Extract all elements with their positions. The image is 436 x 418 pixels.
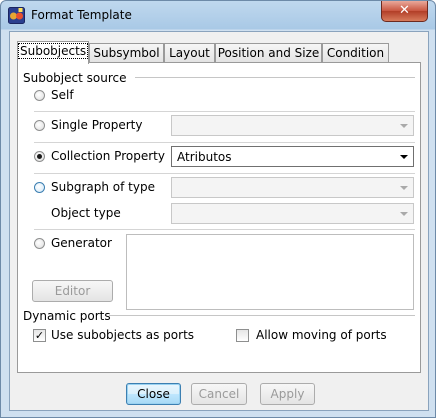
tab-position-and-size[interactable]: Position and Size [215,43,322,62]
format-template-window: Format Template ✕ Subobjects Subsymbol L… [0,0,436,418]
object-type-label: Object type [51,206,121,220]
cancel-button-label: Cancel [198,387,240,401]
object-type-combo[interactable] [171,203,414,224]
dynamic-ports-heading: Dynamic ports [23,309,111,323]
use-subobjects-label: Use subobjects as ports [51,328,195,342]
subgraph-of-type-label: Subgraph of type [51,180,155,194]
tab-condition[interactable]: Condition [322,43,389,62]
use-subobjects-checkbox[interactable]: ✓ [33,329,46,342]
subgraph-of-type-combo[interactable] [171,177,414,198]
generator-textarea[interactable] [126,234,414,310]
row-divider [34,229,415,230]
section-divider [135,77,415,78]
generator-radio[interactable] [34,238,45,249]
allow-moving-checkbox[interactable] [236,329,249,342]
collection-property-radio[interactable] [34,151,45,162]
subobjects-panel: Subobject source Self Single Property Co… [17,62,421,373]
section-divider [109,315,415,316]
row-divider [34,111,415,112]
subobject-source-heading: Subobject source [23,71,127,85]
combo-value: Atributos [177,150,232,164]
chevron-down-icon [400,212,408,216]
single-property-radio[interactable] [34,120,45,131]
row-divider [34,173,415,174]
tab-subobjects[interactable]: Subobjects [17,41,89,64]
tab-label: Subsymbol [93,46,160,60]
app-icon [8,7,25,24]
apply-button[interactable]: Apply [260,383,315,405]
tab-subsymbol[interactable]: Subsymbol [89,43,164,62]
close-window-button[interactable]: ✕ [381,1,428,22]
single-property-label: Single Property [51,118,143,132]
title-bar[interactable]: Format Template ✕ [1,1,435,31]
window-title: Format Template [31,8,132,22]
self-radio[interactable] [34,90,45,101]
single-property-combo[interactable] [171,115,414,136]
close-icon: ✕ [399,3,410,18]
tab-label: Layout [169,46,210,60]
allow-moving-label: Allow moving of ports [256,328,387,342]
tab-label: Condition [326,46,385,60]
chevron-down-icon [400,124,408,128]
tab-label: Subobjects [18,43,89,59]
tab-label: Position and Size [217,46,320,60]
chevron-down-icon [400,155,408,159]
tab-layout[interactable]: Layout [164,43,215,62]
dialog-body: Subobjects Subsymbol Layout Position and… [9,31,429,411]
editor-button-label: Editor [54,284,91,298]
apply-button-label: Apply [270,387,305,401]
editor-button[interactable]: Editor [32,280,113,302]
close-button-label: Close [137,387,170,401]
row-divider [34,142,415,143]
subgraph-of-type-radio[interactable] [34,182,45,193]
checkmark-icon: ✓ [34,329,45,342]
collection-property-combo[interactable]: Atributos [171,146,414,167]
cancel-button[interactable]: Cancel [191,383,247,405]
chevron-down-icon [400,186,408,190]
generator-label: Generator [51,236,112,250]
close-button[interactable]: Close [126,383,181,405]
self-label: Self [51,88,74,102]
collection-property-label: Collection Property [51,149,165,163]
